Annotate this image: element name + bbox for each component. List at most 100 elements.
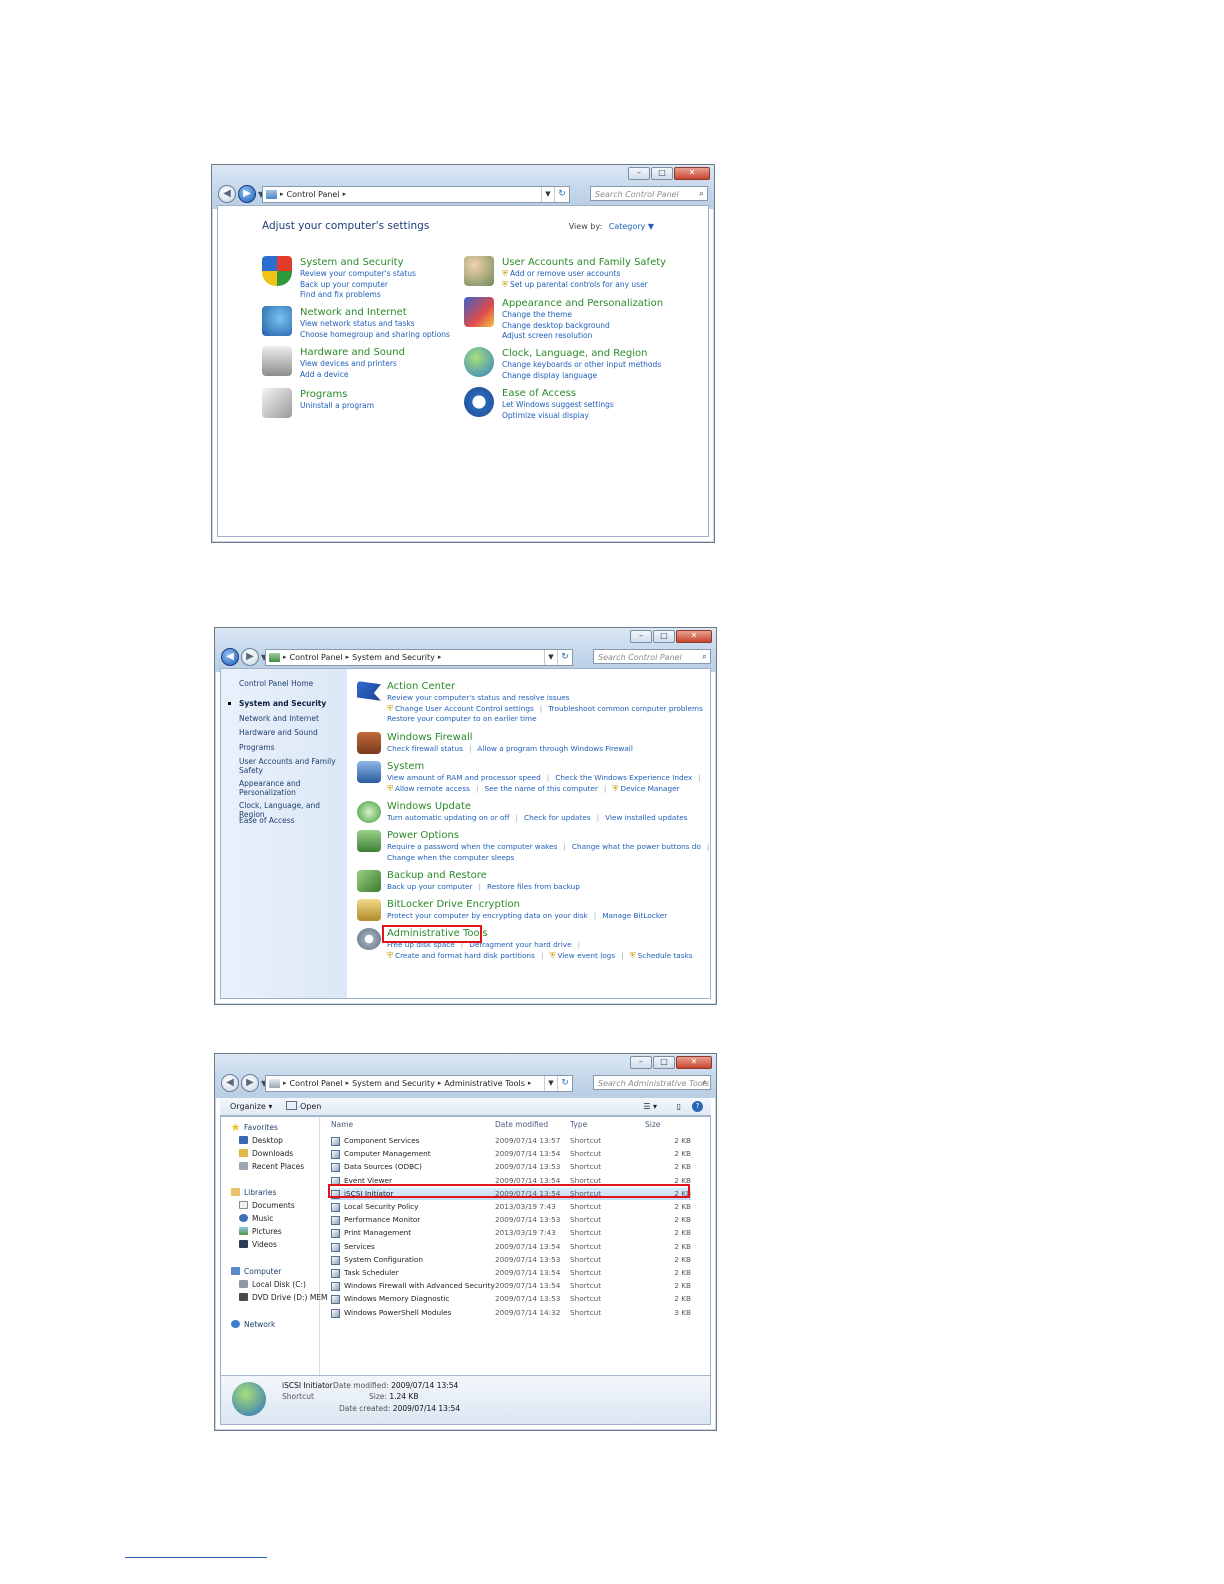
column-date-modified[interactable]: Date modified — [495, 1120, 548, 1129]
section-link[interactable]: Device Manager — [620, 784, 679, 793]
category-link[interactable]: ⛨ Add or remove user accounts — [502, 269, 666, 280]
nav-music[interactable]: Music — [239, 1214, 273, 1224]
category-title[interactable]: Ease of Access — [502, 387, 614, 400]
section-link[interactable]: Protect your computer by encrypting data… — [387, 911, 588, 920]
refresh-button[interactable]: ↻ — [554, 187, 569, 202]
section-title[interactable]: Windows Update — [387, 801, 688, 813]
category-link[interactable]: View network status and tasks — [300, 319, 450, 330]
category-link[interactable]: Adjust screen resolution — [502, 331, 663, 342]
maximize-button[interactable]: □ — [653, 630, 675, 643]
view-by-dropdown[interactable]: Category ▼ — [609, 222, 654, 231]
section-title[interactable]: Windows Firewall — [387, 732, 633, 744]
file-row[interactable]: Windows Firewall with Advanced Security 2… — [331, 1280, 691, 1292]
section-link[interactable]: Check for updates — [524, 813, 591, 822]
nav-downloads[interactable]: Downloads — [239, 1149, 293, 1159]
section-link[interactable]: Change what the power buttons do — [572, 842, 701, 851]
back-button[interactable]: ◀ — [218, 185, 236, 203]
section-link[interactable]: Back up your computer — [387, 882, 473, 891]
refresh-button[interactable]: ↻ — [557, 650, 572, 665]
section-link[interactable]: Restore files from backup — [487, 882, 580, 891]
section-link[interactable]: View event logs — [557, 951, 615, 960]
breadcrumb-system-security[interactable]: System and Security — [352, 1076, 435, 1091]
category-title[interactable]: System and Security — [300, 256, 416, 269]
sidebar-item-home[interactable]: Control Panel Home — [239, 679, 343, 688]
file-row[interactable]: Task Scheduler 2009/07/14 13:54 Shortcut 2 … — [331, 1267, 691, 1279]
category-link[interactable]: Add a device — [300, 370, 405, 381]
nav-videos[interactable]: Videos — [239, 1240, 277, 1250]
file-row[interactable]: Local Security Policy 2013/03/19 7:43 Shor… — [331, 1201, 691, 1213]
open-button[interactable]: Open — [286, 1098, 321, 1115]
section-link[interactable]: Change when the computer sleeps — [387, 853, 514, 862]
section-link[interactable]: Create and format hard disk partitions — [395, 951, 535, 960]
nav-favorites[interactable]: Favorites — [231, 1123, 278, 1133]
section-title[interactable]: System — [387, 761, 707, 773]
category-link[interactable]: Let Windows suggest settings — [502, 400, 614, 411]
section-link[interactable]: Turn automatic updating on or off — [387, 813, 510, 822]
sidebar-item-user-accounts[interactable]: User Accounts and Family Safety — [239, 757, 343, 775]
file-row[interactable]: Performance Monitor 2009/07/14 13:53 Short… — [331, 1214, 691, 1226]
nav-recent-places[interactable]: Recent Places — [239, 1162, 304, 1172]
back-button[interactable]: ◀ — [221, 1074, 239, 1092]
minimize-button[interactable]: – — [628, 167, 650, 180]
section-link[interactable]: Defragment your hard drive — [469, 940, 571, 949]
category-title[interactable]: Clock, Language, and Region — [502, 347, 661, 360]
sidebar-item-programs[interactable]: Programs — [239, 743, 343, 752]
column-size[interactable]: Size — [645, 1120, 660, 1129]
search-input[interactable]: Search Control Panel ⌕ — [593, 649, 711, 664]
nav-computer[interactable]: Computer — [231, 1267, 281, 1277]
section-title[interactable]: Action Center — [387, 681, 703, 693]
address-bar[interactable]: ▸ Control Panel ▸ ▼ ↻ — [262, 186, 570, 203]
category-link[interactable]: Optimize visual display — [502, 411, 614, 422]
section-link[interactable]: View installed updates — [605, 813, 687, 822]
section-title[interactable]: Backup and Restore — [387, 870, 580, 882]
address-dropdown[interactable]: ▼ — [541, 187, 554, 202]
category-link[interactable]: Change keyboards or other input methods — [502, 360, 661, 371]
search-input[interactable]: Search Control Panel ⌕ — [590, 186, 708, 201]
section-link[interactable]: See the name of this computer — [484, 784, 597, 793]
back-button[interactable]: ◀ — [221, 648, 239, 666]
maximize-button[interactable]: □ — [653, 1056, 675, 1069]
file-row[interactable]: Windows Memory Diagnostic 2009/07/14 13:5… — [331, 1293, 691, 1305]
search-icon[interactable]: ⌕ — [699, 187, 704, 200]
category-link[interactable]: Change desktop background — [502, 321, 663, 332]
address-dropdown[interactable]: ▼ — [544, 650, 557, 665]
close-button[interactable]: ✕ — [676, 1056, 712, 1069]
section-link[interactable]: Check the Windows Experience Index — [555, 773, 692, 782]
category-link[interactable]: Back up your computer — [300, 280, 416, 291]
section-link[interactable]: Manage BitLocker — [602, 911, 667, 920]
section-link[interactable]: Restore your computer to an earlier time — [387, 714, 537, 723]
section-title[interactable]: BitLocker Drive Encryption — [387, 899, 667, 911]
refresh-button[interactable]: ↻ — [557, 1076, 572, 1091]
breadcrumb-control-panel[interactable]: Control Panel — [287, 187, 340, 202]
address-bar[interactable]: ▸ Control Panel ▸ System and Security ▸ … — [265, 649, 573, 666]
section-link[interactable]: Review your computer's status and resolv… — [387, 693, 569, 702]
file-row[interactable]: Print Management 2013/03/19 7:43 Shortcut 2… — [331, 1227, 691, 1239]
views-icon[interactable]: ☰ ▾ — [643, 1098, 657, 1115]
section-link[interactable]: View amount of RAM and processor speed — [387, 773, 541, 782]
nav-pictures[interactable]: Pictures — [239, 1227, 282, 1237]
sidebar-item-network[interactable]: Network and Internet — [239, 714, 343, 723]
search-icon[interactable]: ⌕ — [702, 650, 707, 663]
section-link[interactable]: Allow a program through Windows Firewall — [477, 744, 632, 753]
maximize-button[interactable]: □ — [651, 167, 673, 180]
category-link[interactable]: Review your computer's status — [300, 269, 416, 280]
category-link[interactable]: Change display language — [502, 371, 661, 382]
section-link[interactable]: Check firewall status — [387, 744, 463, 753]
forward-button[interactable]: ▶ — [241, 1074, 259, 1092]
organize-button[interactable]: Organize ▾ — [230, 1098, 272, 1115]
category-title[interactable]: Network and Internet — [300, 306, 450, 319]
minimize-button[interactable]: – — [630, 1056, 652, 1069]
close-button[interactable]: ✕ — [676, 630, 712, 643]
category-link[interactable]: Find and fix problems — [300, 290, 416, 301]
preview-pane-icon[interactable]: ▯ — [677, 1098, 681, 1115]
category-link[interactable]: Choose homegroup and sharing options — [300, 330, 450, 341]
forward-button[interactable]: ▶ — [241, 648, 259, 666]
category-title[interactable]: User Accounts and Family Safety — [502, 256, 666, 269]
search-input[interactable]: Search Administrative Tools ⌕ — [593, 1075, 711, 1090]
category-title[interactable]: Hardware and Sound — [300, 346, 405, 359]
sidebar-item-hardware[interactable]: Hardware and Sound — [239, 728, 343, 737]
category-link[interactable]: Uninstall a program — [300, 401, 374, 412]
address-bar[interactable]: ▸ Control Panel ▸ System and Security ▸ … — [265, 1075, 573, 1092]
nav-desktop[interactable]: Desktop — [239, 1136, 283, 1146]
sidebar-item-system-security[interactable]: System and Security — [228, 699, 343, 708]
